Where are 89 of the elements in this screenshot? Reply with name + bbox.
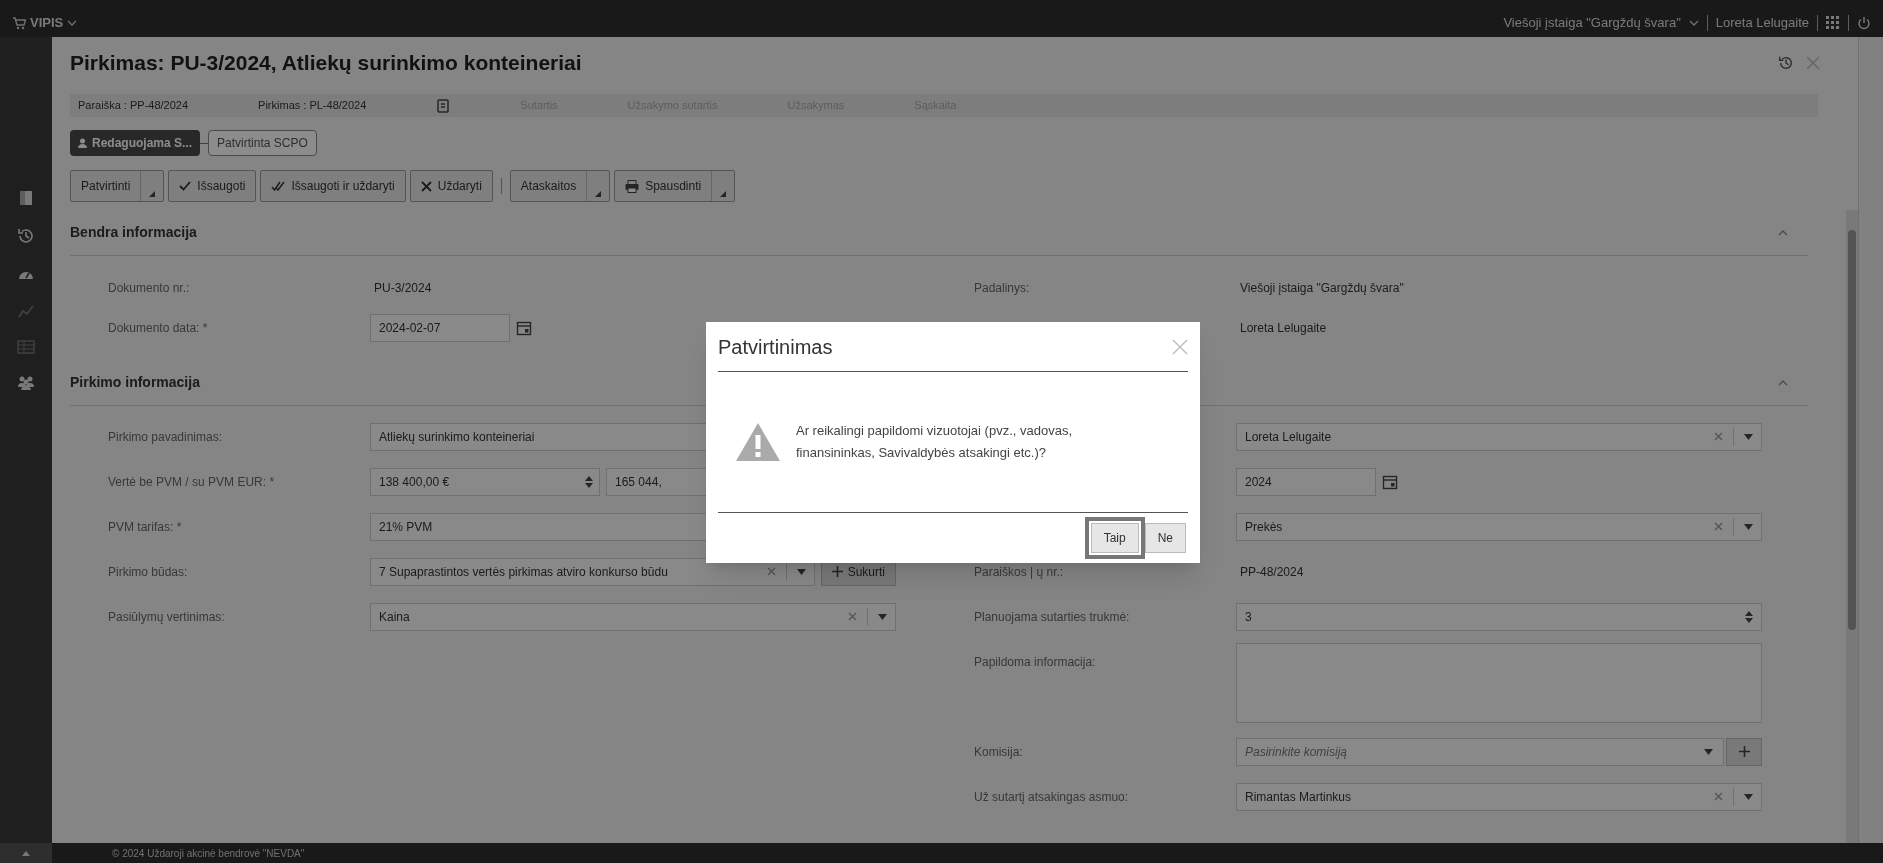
people-icon[interactable] <box>17 375 35 391</box>
organization-selector[interactable]: Viešoji įstaiga "Gargždų švara" <box>1503 13 1681 33</box>
calendar-icon[interactable] <box>1382 473 1398 490</box>
caret-down-icon[interactable] <box>1744 433 1753 440</box>
copyright-text: © 2024 Uždaroji akcinė bendrovė "NEVDA" <box>112 846 305 861</box>
history-icon[interactable] <box>17 227 35 245</box>
section-title[interactable]: Pirkimo informacija <box>70 372 200 393</box>
chevron-down-icon[interactable] <box>67 19 78 27</box>
status-chip[interactable]: Patvirtinta SCPO <box>208 130 317 156</box>
power-icon[interactable] <box>1857 16 1871 30</box>
caret-down-icon[interactable] <box>796 568 806 575</box>
scrollbar-thumb[interactable] <box>1848 230 1856 630</box>
document-icon[interactable] <box>18 190 34 206</box>
toolbar-button[interactable]: Spausdinti <box>614 170 736 202</box>
select-field[interactable]: Loreta Lelugaite <box>1236 422 1762 451</box>
check-icon <box>179 181 192 191</box>
double-check-icon <box>271 181 286 191</box>
user-name[interactable]: Loreta Lelugaite <box>1715 13 1809 33</box>
field-label: Pasiūlymų vertinimas: <box>108 609 225 624</box>
calendar-icon[interactable] <box>516 320 532 336</box>
process-step-link[interactable]: Pirkimas : PL-48/2024 <box>258 97 367 114</box>
clear-icon[interactable] <box>848 612 857 621</box>
contract-icon[interactable] <box>436 98 451 113</box>
process-step-link[interactable]: Paraiška : PP-48/2024 <box>78 97 189 114</box>
apps-grid-icon[interactable] <box>1826 16 1840 30</box>
chevron-up-icon[interactable] <box>1778 229 1788 236</box>
toolbar-button[interactable]: Uždaryti <box>409 170 493 202</box>
field-label: Vertė be PVM / su PVM EUR: * <box>108 474 275 489</box>
dropdown-corner-icon[interactable] <box>720 191 727 197</box>
field-label: Komisija: <box>974 744 1023 759</box>
caret-down-icon[interactable] <box>878 613 887 620</box>
field-label: Planuojama sutarties trukmė: <box>974 609 1130 624</box>
field-label: Dokumento data: * <box>108 321 208 335</box>
app-name[interactable]: VIPIS <box>30 13 64 33</box>
date-input[interactable]: 2024-02-07 <box>370 314 510 342</box>
section-title[interactable]: Bendra informacija <box>70 222 197 243</box>
combo-field[interactable]: Pasirinkite komisiją <box>1236 737 1724 766</box>
plus-icon <box>1738 746 1750 757</box>
dropdown-corner-icon[interactable] <box>149 191 156 197</box>
user-icon <box>78 138 87 148</box>
add-button[interactable] <box>1726 737 1762 766</box>
field-label: PVM tarifas: * <box>108 519 182 534</box>
toolbar-button[interactable]: Išsaugoti <box>168 170 257 202</box>
field-label: Paraiškos | ų nr.: <box>974 564 1064 579</box>
field-label: Papildoma informacija: <box>974 655 1096 669</box>
printer-icon <box>625 179 640 193</box>
scrollbar[interactable] <box>1846 210 1858 843</box>
select-field[interactable]: Kaina <box>370 602 896 631</box>
clear-icon[interactable] <box>1714 792 1723 801</box>
document-title: Pirkimas: PU-3/2024, Atliekų surinkimo konteineriai <box>70 50 582 77</box>
date-input[interactable]: 2024 <box>1236 467 1376 496</box>
dropdown-corner-icon[interactable] <box>595 191 602 197</box>
number-input[interactable]: 138 400,00 € <box>370 467 600 496</box>
history-icon[interactable] <box>1778 55 1794 71</box>
close-icon <box>420 180 432 192</box>
caret-down-icon[interactable] <box>1744 793 1753 800</box>
caret-down-icon[interactable] <box>1744 523 1753 530</box>
clear-icon[interactable] <box>766 567 776 576</box>
caret-down-icon[interactable] <box>1704 748 1713 755</box>
field-label: Dokumento nr.: <box>108 281 190 295</box>
caret-up-icon <box>22 850 30 856</box>
field-value: Viešoji įstaiga "Gargždų švara" <box>1239 280 1405 297</box>
footer-toggle-button[interactable] <box>0 843 52 863</box>
chevron-down-icon[interactable] <box>1688 19 1699 27</box>
spinner-arrows-icon[interactable] <box>585 474 593 489</box>
toolbar-button[interactable]: Ataskaitos <box>509 170 611 202</box>
status-chip[interactable]: Redaguojama S... <box>70 130 201 156</box>
number-input[interactable]: 3 <box>1236 602 1762 631</box>
toolbar-button[interactable]: Išsaugoti ir uždaryti <box>260 170 406 202</box>
dialog-button[interactable]: Ne <box>1144 523 1186 553</box>
clear-icon[interactable] <box>1714 522 1723 531</box>
select-field[interactable]: Rimantas Martinkus <box>1236 782 1762 811</box>
select-field[interactable]: 7 Supaprastintos vertės pirkimas atviro konkurso būdu <box>370 557 815 586</box>
field-value: PU-3/2024 <box>373 280 433 297</box>
field-label: Už sutartį atsakingas asmuo: <box>974 789 1129 804</box>
field-label: Pirkimo pavadinimas: <box>108 429 223 444</box>
dialog-title: Patvirtinimas <box>718 334 833 360</box>
field-label: Padalinys: <box>974 281 1030 295</box>
field-value: Loreta Lelugaite <box>1239 320 1328 337</box>
toolbar-button[interactable]: Patvirtinti <box>70 170 165 202</box>
chevron-up-icon[interactable] <box>1778 379 1788 386</box>
cart-icon <box>12 16 26 30</box>
spinner-arrows-icon[interactable] <box>1745 609 1753 624</box>
clear-icon[interactable] <box>1714 432 1723 441</box>
field-label: Pirkimo būdas: <box>108 564 188 579</box>
plus-icon <box>831 566 843 577</box>
warning-icon <box>734 421 782 463</box>
select-field[interactable]: Prekės <box>1236 512 1762 541</box>
field-value: PP-48/2024 <box>1239 563 1305 581</box>
